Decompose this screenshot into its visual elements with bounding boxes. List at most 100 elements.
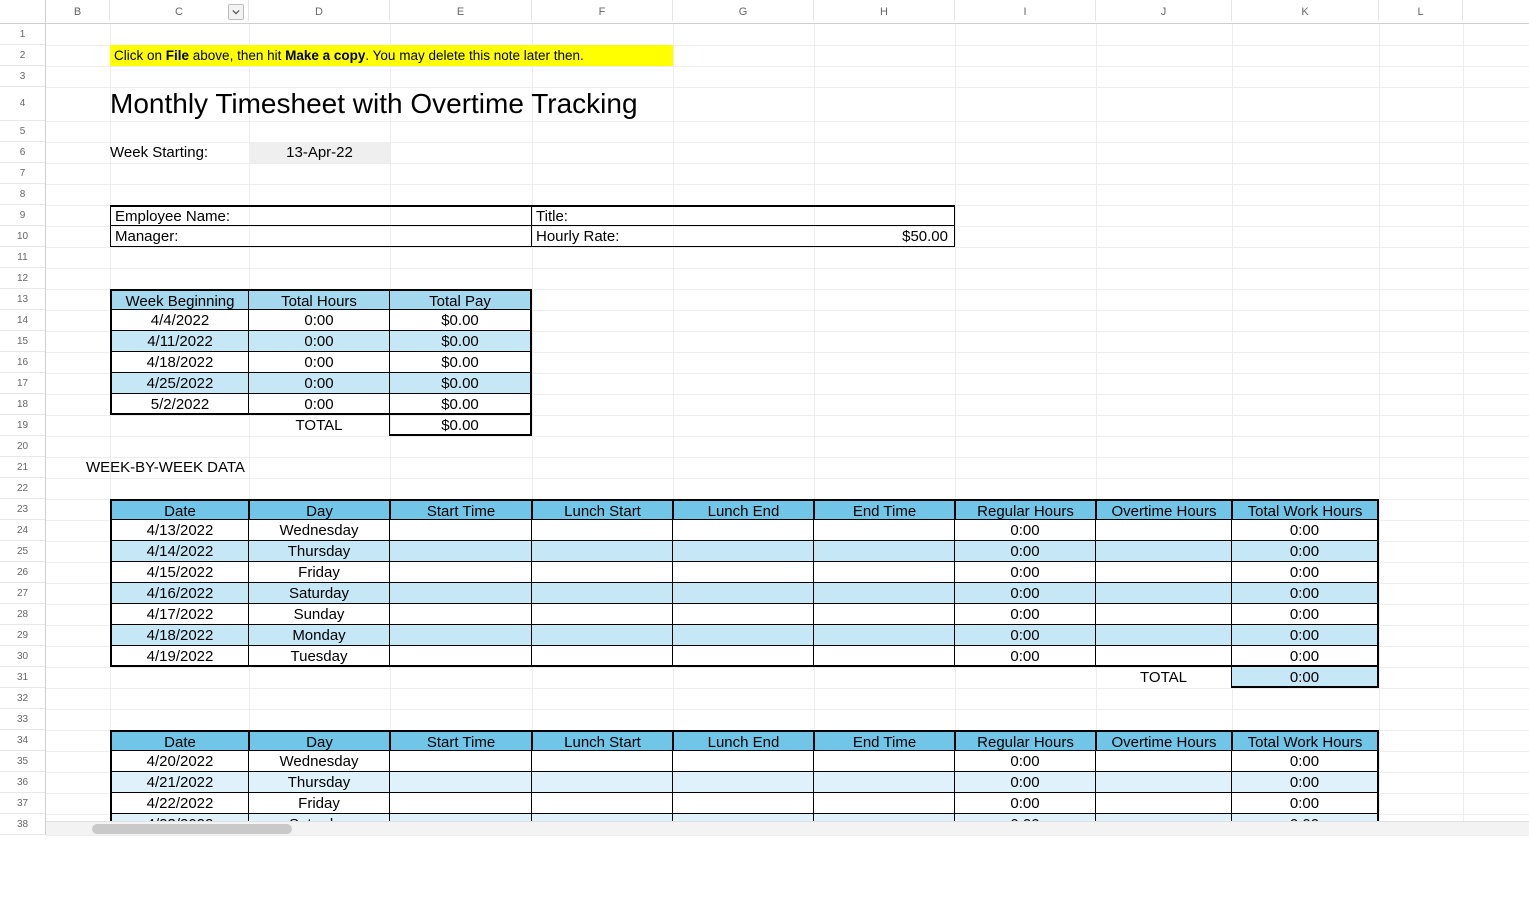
week1-start-2[interactable] — [390, 562, 532, 583]
week1-lstart-3[interactable] — [532, 583, 673, 604]
row-header-15[interactable]: 15 — [0, 331, 45, 352]
col-header-I[interactable]: I — [955, 0, 1096, 21]
row-header-11[interactable]: 11 — [0, 247, 45, 268]
week2-start-2[interactable] — [390, 793, 532, 814]
week1-start-1[interactable] — [390, 541, 532, 562]
row-header-36[interactable]: 36 — [0, 772, 45, 793]
row-header-37[interactable]: 37 — [0, 793, 45, 814]
week1-date-6[interactable]: 4/19/2022 — [110, 646, 249, 667]
row-header-35[interactable]: 35 — [0, 751, 45, 772]
row-header-34[interactable]: 34 — [0, 730, 45, 751]
col-header-C[interactable]: C — [110, 0, 249, 21]
row-header-7[interactable]: 7 — [0, 163, 45, 184]
week1-start-4[interactable] — [390, 604, 532, 625]
sheet-area[interactable]: Click on File above, then hit Make a cop… — [46, 24, 1529, 835]
row-header-12[interactable]: 12 — [0, 268, 45, 289]
week1-lend-1[interactable] — [673, 541, 814, 562]
week1-end-2[interactable] — [814, 562, 955, 583]
week1-end-5[interactable] — [814, 625, 955, 646]
week1-lstart-5[interactable] — [532, 625, 673, 646]
week1-end-1[interactable] — [814, 541, 955, 562]
row-header-10[interactable]: 10 — [0, 226, 45, 247]
week2-lend-0[interactable] — [673, 751, 814, 772]
row-header-28[interactable]: 28 — [0, 604, 45, 625]
row-header-26[interactable]: 26 — [0, 562, 45, 583]
row-header-21[interactable]: 21 — [0, 457, 45, 478]
week2-date-2[interactable]: 4/22/2022 — [110, 793, 249, 814]
row-header-1[interactable]: 1 — [0, 24, 45, 45]
week2-start-0[interactable] — [390, 751, 532, 772]
row-header-16[interactable]: 16 — [0, 352, 45, 373]
row-header-38[interactable]: 38 — [0, 814, 45, 835]
week1-start-0[interactable] — [390, 520, 532, 541]
week2-start-1[interactable] — [390, 772, 532, 793]
row-header-9[interactable]: 9 — [0, 205, 45, 226]
row-header-14[interactable]: 14 — [0, 310, 45, 331]
week1-lend-3[interactable] — [673, 583, 814, 604]
row-header-22[interactable]: 22 — [0, 478, 45, 499]
row-header-6[interactable]: 6 — [0, 142, 45, 163]
row-header-27[interactable]: 27 — [0, 583, 45, 604]
week1-lend-2[interactable] — [673, 562, 814, 583]
row-header-19[interactable]: 19 — [0, 415, 45, 436]
week2-lstart-2[interactable] — [532, 793, 673, 814]
week1-lend-5[interactable] — [673, 625, 814, 646]
week2-end-1[interactable] — [814, 772, 955, 793]
week1-date-0[interactable]: 4/13/2022 — [110, 520, 249, 541]
scrollbar-thumb[interactable] — [92, 824, 292, 834]
week1-lstart-4[interactable] — [532, 604, 673, 625]
row-header-33[interactable]: 33 — [0, 709, 45, 730]
filter-button[interactable] — [228, 4, 244, 20]
select-all-corner[interactable] — [0, 0, 46, 24]
week2-date-1[interactable]: 4/21/2022 — [110, 772, 249, 793]
week1-lstart-6[interactable] — [532, 646, 673, 667]
week2-lstart-1[interactable] — [532, 772, 673, 793]
week1-date-3[interactable]: 4/16/2022 — [110, 583, 249, 604]
row-header-4[interactable]: 4 — [0, 87, 45, 121]
col-header-L[interactable]: L — [1379, 0, 1463, 21]
horizontal-scrollbar[interactable] — [46, 821, 1529, 835]
row-header-32[interactable]: 32 — [0, 688, 45, 709]
row-header-8[interactable]: 8 — [0, 184, 45, 205]
week1-start-3[interactable] — [390, 583, 532, 604]
row-header-17[interactable]: 17 — [0, 373, 45, 394]
row-header-30[interactable]: 30 — [0, 646, 45, 667]
week1-end-3[interactable] — [814, 583, 955, 604]
week1-lstart-1[interactable] — [532, 541, 673, 562]
col-header-D[interactable]: D — [249, 0, 390, 21]
week1-lstart-2[interactable] — [532, 562, 673, 583]
col-header-B[interactable]: B — [46, 0, 110, 21]
week1-date-4[interactable]: 4/17/2022 — [110, 604, 249, 625]
col-header-F[interactable]: F — [532, 0, 673, 21]
week1-end-6[interactable] — [814, 646, 955, 667]
week-starting-value[interactable]: 13-Apr-22 — [249, 142, 390, 163]
row-header-5[interactable]: 5 — [0, 121, 45, 142]
week1-lend-0[interactable] — [673, 520, 814, 541]
week1-end-4[interactable] — [814, 604, 955, 625]
week2-end-2[interactable] — [814, 793, 955, 814]
row-header-25[interactable]: 25 — [0, 541, 45, 562]
week1-date-5[interactable]: 4/18/2022 — [110, 625, 249, 646]
week1-lend-6[interactable] — [673, 646, 814, 667]
week2-lend-2[interactable] — [673, 793, 814, 814]
week1-date-2[interactable]: 4/15/2022 — [110, 562, 249, 583]
week2-end-0[interactable] — [814, 751, 955, 772]
hourly-rate-value[interactable]: $50.00 — [673, 226, 955, 247]
col-header-E[interactable]: E — [390, 0, 532, 21]
row-header-23[interactable]: 23 — [0, 499, 45, 520]
col-header-J[interactable]: J — [1096, 0, 1232, 21]
week2-lstart-0[interactable] — [532, 751, 673, 772]
week1-start-5[interactable] — [390, 625, 532, 646]
week1-date-1[interactable]: 4/14/2022 — [110, 541, 249, 562]
row-header-31[interactable]: 31 — [0, 667, 45, 688]
week1-lend-4[interactable] — [673, 604, 814, 625]
col-header-H[interactable]: H — [814, 0, 955, 21]
row-header-20[interactable]: 20 — [0, 436, 45, 457]
col-header-K[interactable]: K — [1232, 0, 1379, 21]
week2-date-0[interactable]: 4/20/2022 — [110, 751, 249, 772]
row-header-3[interactable]: 3 — [0, 66, 45, 87]
week1-end-0[interactable] — [814, 520, 955, 541]
row-header-29[interactable]: 29 — [0, 625, 45, 646]
row-header-2[interactable]: 2 — [0, 45, 45, 66]
week2-lend-1[interactable] — [673, 772, 814, 793]
